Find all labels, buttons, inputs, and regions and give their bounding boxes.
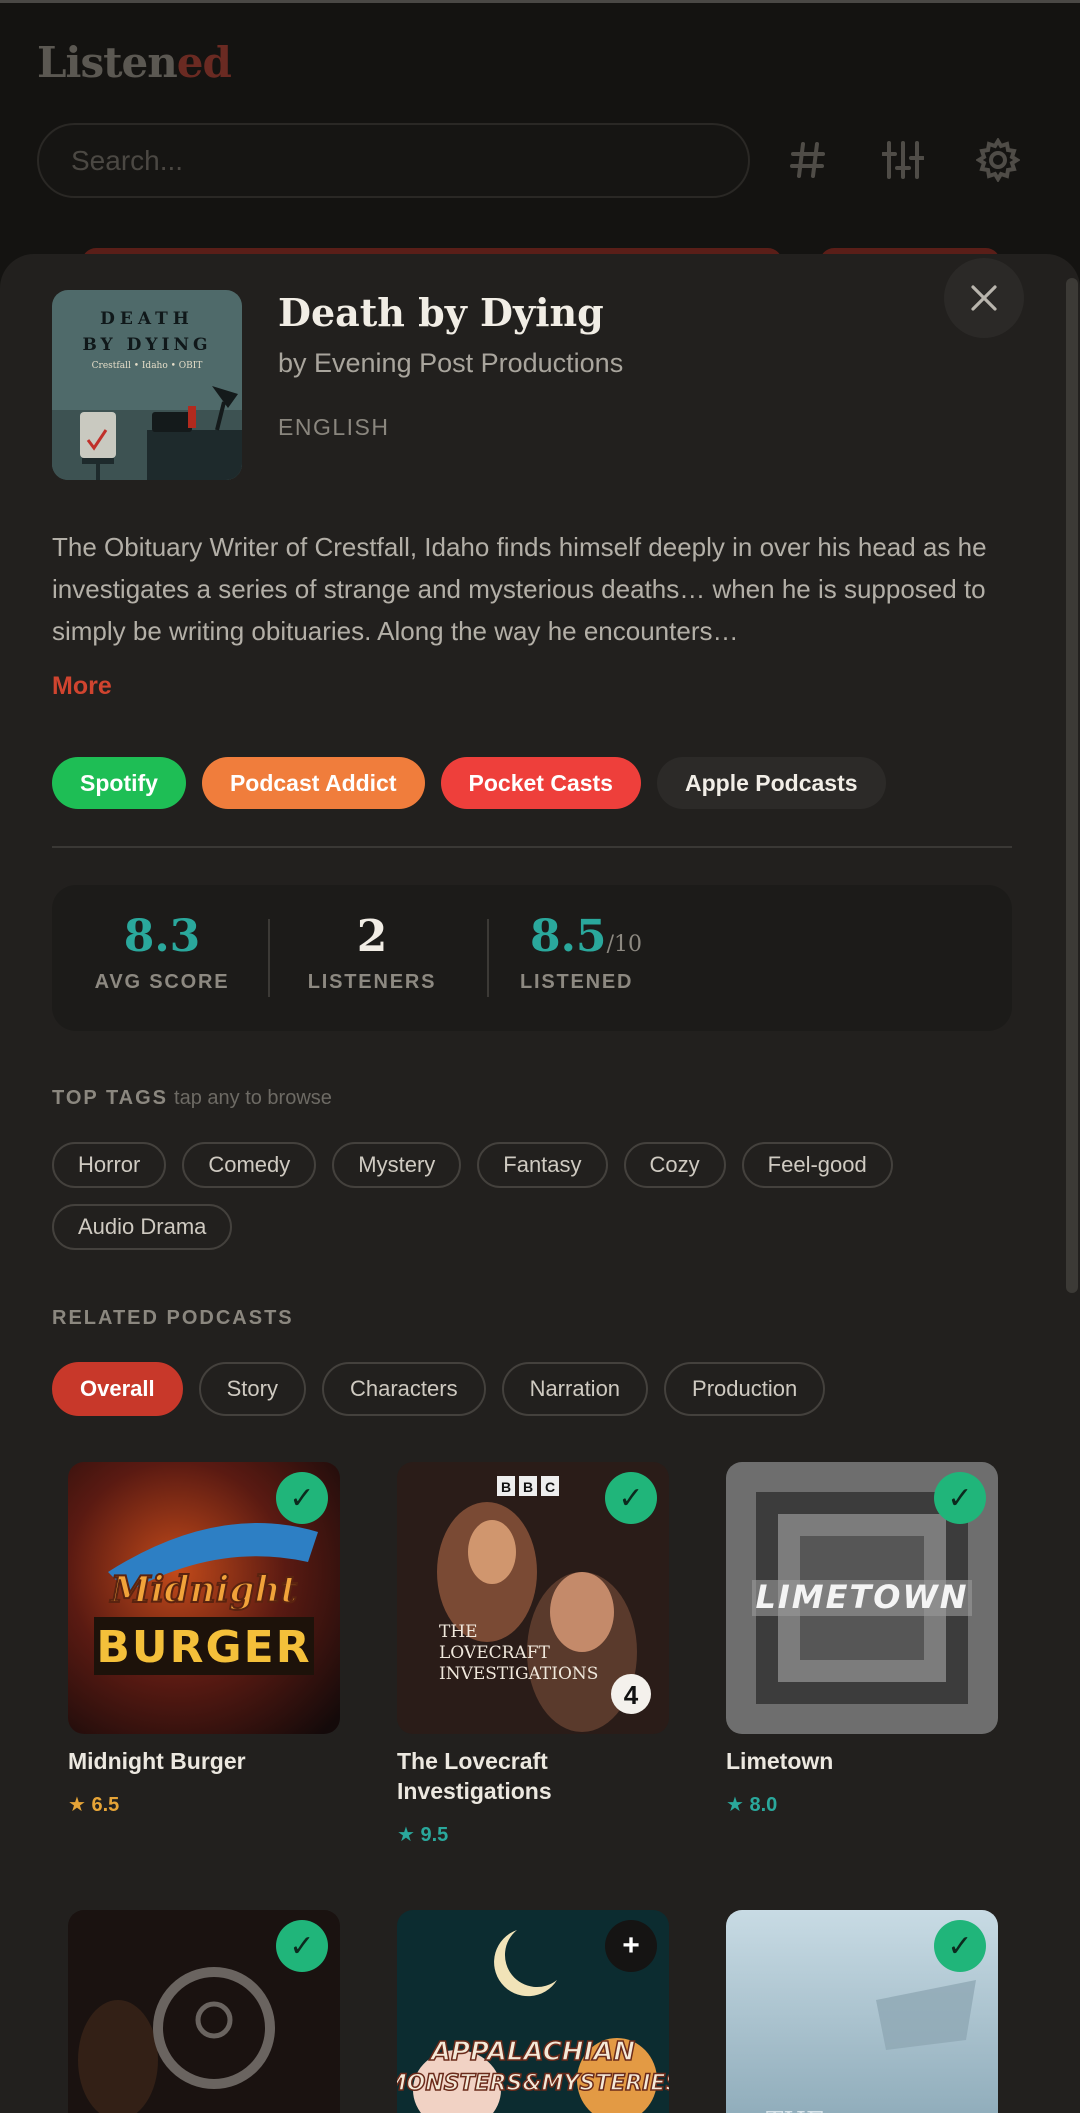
stat-avg-score: 8.3 AVG SCORE bbox=[92, 885, 232, 1031]
listeners-label: LISTENERS bbox=[307, 971, 437, 993]
podcast-card-title: The Lovecraft Investigations bbox=[397, 1748, 552, 1804]
apple-podcasts-button[interactable]: Apple Podcasts bbox=[656, 757, 886, 809]
close-icon bbox=[971, 285, 997, 311]
stat-separator bbox=[487, 919, 489, 997]
svg-text:LIMETOWN: LIMETOWN bbox=[755, 1578, 968, 1616]
podcast-card-score: ★ 9.5 bbox=[397, 1824, 449, 1846]
svg-text:BURGER: BURGER bbox=[96, 1622, 311, 1673]
svg-text:B: B bbox=[501, 1479, 511, 1495]
pocket-casts-button[interactable]: Pocket Casts bbox=[440, 757, 641, 809]
tag-comedy[interactable]: Comedy bbox=[182, 1142, 317, 1188]
svg-text:THE: THE bbox=[766, 2107, 825, 2113]
podcast-addict-button[interactable]: Podcast Addict bbox=[201, 757, 425, 809]
listened-check-icon: ✓ bbox=[605, 1472, 657, 1524]
search-input[interactable] bbox=[39, 125, 748, 196]
svg-text:THE: THE bbox=[439, 1622, 478, 1642]
tag-mystery[interactable]: Mystery bbox=[332, 1142, 462, 1188]
top-tags-hint: tap any to browse bbox=[174, 1087, 332, 1109]
svg-text:APPALACHIAN: APPALACHIAN bbox=[429, 2037, 635, 2067]
podcast-card-score: ★ 8.0 bbox=[726, 1794, 778, 1816]
podcast-language: ENGLISH bbox=[278, 414, 390, 440]
filter-overall[interactable]: Overall bbox=[52, 1362, 183, 1416]
tag-list: Horror Comedy Mystery Fantasy Cozy Feel-… bbox=[52, 1142, 1012, 1250]
listened-label: LISTENED bbox=[520, 971, 634, 993]
stats-panel: 8.3 AVG SCORE 2 LISTENERS 8.5/10 LISTENE… bbox=[52, 885, 1012, 1031]
tag-fantasy[interactable]: Fantasy bbox=[477, 1142, 608, 1188]
listeners-value: 2 bbox=[356, 911, 388, 962]
svg-text:Crestfall • Idaho • OBIT: Crestfall • Idaho • OBIT bbox=[92, 361, 203, 371]
svg-text:C: C bbox=[545, 1479, 555, 1495]
hash-icon[interactable] bbox=[776, 128, 840, 192]
svg-text:B: B bbox=[523, 1479, 533, 1495]
svg-text:BY DYING: BY DYING bbox=[82, 335, 211, 355]
filter-story[interactable]: Story bbox=[198, 1362, 306, 1416]
avg-score-label: AVG SCORE bbox=[94, 971, 230, 993]
podcast-author[interactable]: by Evening Post Productions bbox=[278, 348, 623, 379]
filter-narration[interactable]: Narration bbox=[501, 1362, 649, 1416]
listened-check-icon: ✓ bbox=[276, 1920, 328, 1972]
stat-listened: 8.5/10 LISTENED bbox=[520, 885, 660, 1031]
listened-check-icon: ✓ bbox=[276, 1472, 328, 1524]
app-logo[interactable]: Listened bbox=[37, 38, 232, 87]
svg-text:4: 4 bbox=[624, 1680, 639, 1710]
platform-links: Spotify Podcast Addict Pocket Casts Appl… bbox=[52, 757, 886, 809]
sliders-icon[interactable] bbox=[871, 128, 935, 192]
related-filter-tabs: Overall Story Characters Narration Produ… bbox=[52, 1362, 826, 1416]
listened-value: 8.5/10 bbox=[530, 911, 642, 962]
gear-icon[interactable] bbox=[966, 128, 1030, 192]
svg-text:INVESTIGATIONS: INVESTIGATIONS bbox=[439, 1664, 598, 1684]
tag-audio-drama[interactable]: Audio Drama bbox=[52, 1204, 233, 1250]
podcast-card-title: Midnight Burger bbox=[68, 1748, 246, 1774]
podcast-card-score: ★ 6.5 bbox=[68, 1794, 120, 1816]
top-tags-heading: TOP TAGS tap any to browse bbox=[52, 1087, 332, 1109]
podcast-title: Death by Dying bbox=[278, 290, 604, 335]
podcast-card-title: Limetown bbox=[726, 1748, 834, 1774]
close-button[interactable] bbox=[944, 258, 1024, 338]
tag-cozy[interactable]: Cozy bbox=[623, 1142, 726, 1188]
divider bbox=[52, 846, 1012, 848]
avg-score-value: 8.3 bbox=[123, 911, 201, 962]
tag-feel-good[interactable]: Feel-good bbox=[741, 1142, 893, 1188]
search-bar[interactable] bbox=[37, 123, 750, 198]
stat-separator bbox=[268, 919, 270, 997]
status-line bbox=[0, 0, 1080, 3]
related-podcasts-heading: RELATED PODCASTS bbox=[52, 1307, 294, 1329]
stat-listeners: 2 LISTENERS bbox=[302, 885, 442, 1031]
listened-check-icon: ✓ bbox=[934, 1472, 986, 1524]
scrollbar[interactable] bbox=[1066, 278, 1078, 1293]
podcast-cover: DEATH BY DYING Crestfall • Idaho • OBIT bbox=[52, 290, 242, 480]
filter-production[interactable]: Production bbox=[664, 1362, 826, 1416]
add-plus-icon[interactable]: + bbox=[605, 1920, 657, 1972]
svg-text:MONSTERS&MYSTERIES: MONSTERS&MYSTERIES bbox=[397, 2071, 669, 2096]
spotify-button[interactable]: Spotify bbox=[52, 757, 186, 809]
svg-text:Midnight: Midnight bbox=[109, 1569, 298, 1611]
listened-check-icon: ✓ bbox=[934, 1920, 986, 1972]
more-link[interactable]: More bbox=[52, 672, 112, 701]
svg-text:LOVECRAFT: LOVECRAFT bbox=[439, 1643, 550, 1663]
podcast-description: The Obituary Writer of Crestfall, Idaho … bbox=[52, 532, 987, 646]
svg-text:DEATH: DEATH bbox=[100, 309, 194, 329]
filter-characters[interactable]: Characters bbox=[321, 1362, 486, 1416]
tag-horror[interactable]: Horror bbox=[52, 1142, 167, 1188]
